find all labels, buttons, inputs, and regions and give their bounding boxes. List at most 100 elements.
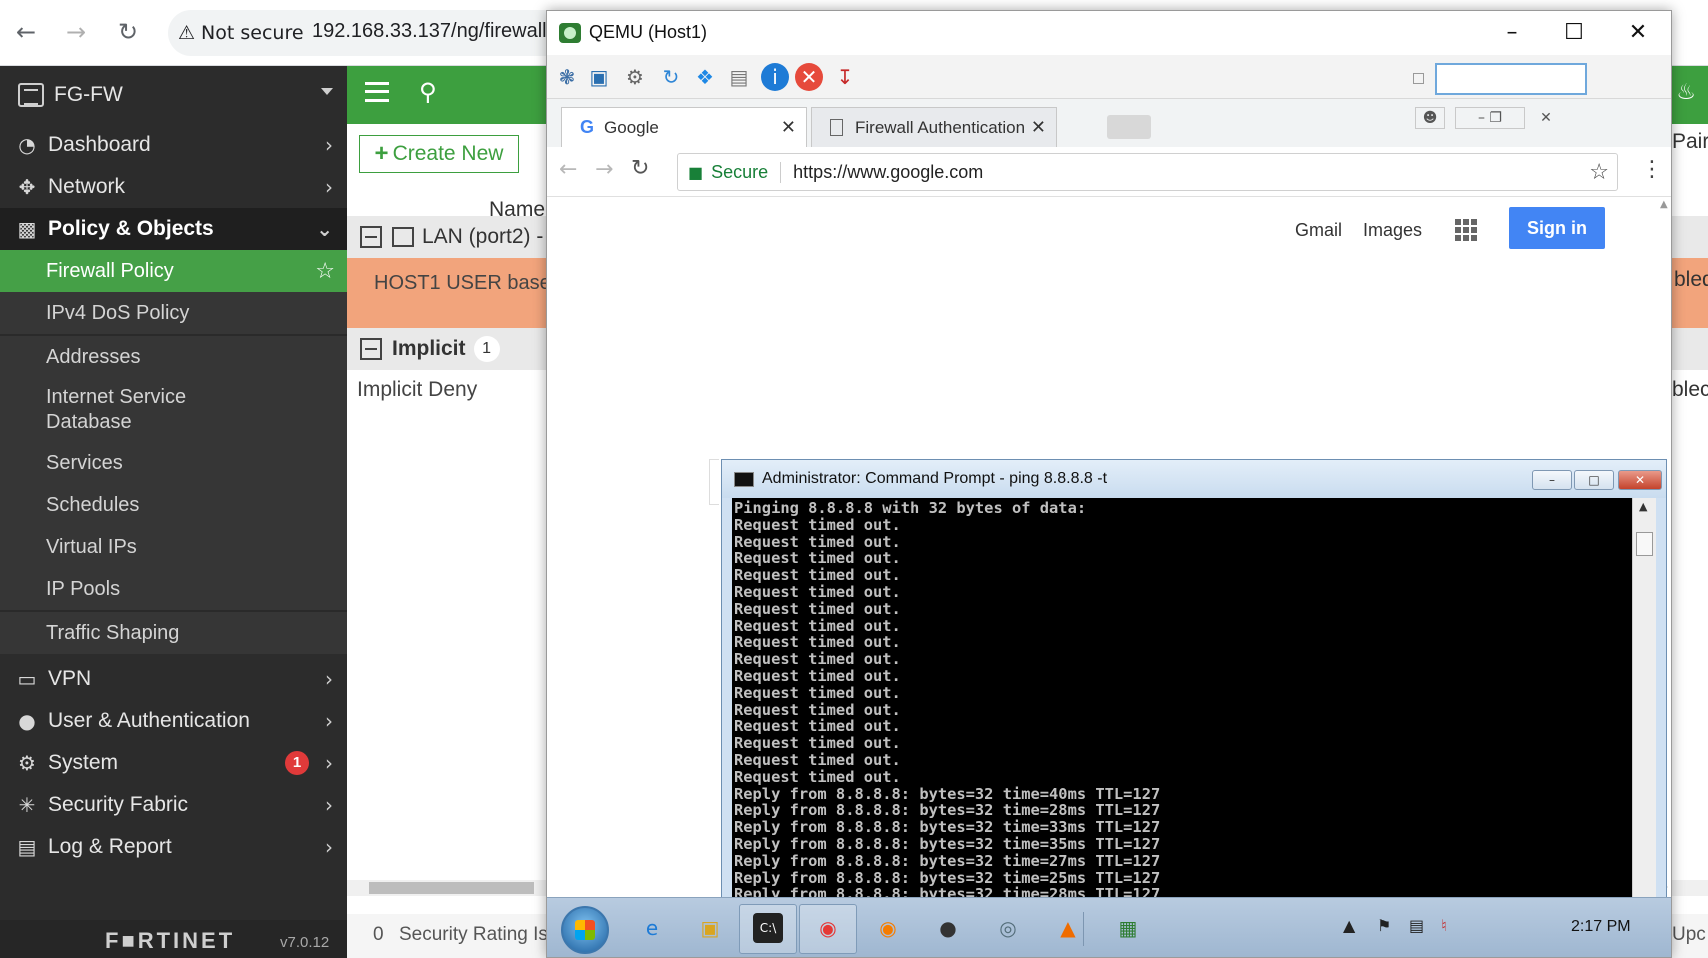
apps-grid-icon[interactable] [1455,219,1477,241]
refresh-icon[interactable]: ↻ [657,63,685,91]
nav-firewall-policy[interactable]: Firewall Policy ☆ [0,250,347,292]
reload-icon[interactable]: ↻ [112,16,144,48]
security-warning[interactable]: ⚠ Not secure [178,22,304,44]
forward-arrow-icon[interactable]: → [60,16,92,48]
nav-log-report[interactable]: ▤ Log & Report › [0,826,347,868]
nav-services[interactable]: Services [0,442,347,484]
menu-icon[interactable] [365,82,389,102]
network-tool-icon[interactable]: ▦ [1113,913,1143,943]
bell-icon[interactable]: ♨ [1676,80,1696,105]
collapse-icon[interactable] [360,338,382,360]
cmd-line: Request timed out. [734,599,901,618]
close-tab-icon[interactable]: ✕ [1031,117,1046,138]
chrome-window-controls[interactable]: – ❐ [1455,107,1525,129]
star-icon[interactable]: ☆ [315,259,335,284]
back-arrow-icon[interactable]: ← [559,157,577,182]
download-icon[interactable]: ↧ [831,63,859,91]
maximize-icon[interactable]: □ [1574,470,1614,490]
nav-security-fabric[interactable]: ✳ Security Fabric › [0,784,347,826]
scroll-thumb[interactable] [369,882,534,894]
forward-arrow-icon[interactable]: → [595,157,613,182]
nav-dashboard[interactable]: ◔ Dashboard › [0,124,347,166]
cmd-line: Request timed out. [734,549,901,568]
device-icon [18,83,44,107]
plugin-icon[interactable]: ❃ [553,63,581,91]
nav-ipv4-dos-policy[interactable]: IPv4 DoS Policy [0,292,347,334]
implicit-deny-row[interactable]: Implicit Deny [357,378,477,402]
tab-firewall-authentication[interactable]: Firewall Authentication ✕ [811,107,1057,147]
create-new-button[interactable]: + Create New [359,135,519,173]
chrome-url[interactable]: https://www.google.com [793,162,983,183]
internet-explorer-icon[interactable]: e [637,913,667,943]
nav-traffic-shaping[interactable]: Traffic Shaping [0,612,347,654]
chrome-address-bar[interactable]: ■ Secure https://www.google.com ☆ [677,153,1618,191]
more-options-icon[interactable]: ⋮ [1641,157,1663,182]
qemu-window: QEMU (Host1) – ☐ ✕ ❃ ▣ ⚙ ↻ ❖ ▤ i ✕ ↧ G G… [546,10,1672,958]
network-globe-icon[interactable]: ◎ [993,913,1023,943]
gmail-link[interactable]: Gmail [1295,220,1342,241]
qemu-search-input[interactable] [1435,63,1587,95]
nav-system[interactable]: ⚙ System 1 › [0,742,347,784]
info-icon[interactable]: i [761,63,789,91]
nav-user-authentication[interactable]: ● User & Authentication › [0,700,347,742]
close-tab-icon[interactable]: ✕ [781,117,796,138]
windows-icon[interactable]: ❖ [691,63,719,91]
vlc-icon[interactable]: ▲ [1053,913,1083,943]
status-peek: bled [1674,268,1708,291]
show-hidden-icons[interactable]: ▲ [1343,916,1355,935]
nav-network[interactable]: ✥ Network › [0,166,347,208]
back-arrow-icon[interactable]: ← [10,16,42,48]
cmd-scrollbar[interactable]: ▲ ▼ [1632,498,1656,922]
chrome-close-icon[interactable]: ✕ [1531,107,1561,129]
command-prompt-window: Administrator: Command Prompt - ping 8.8… [721,459,1667,935]
start-button[interactable] [561,906,609,954]
tab-google[interactable]: G Google ✕ [561,107,807,147]
policy-name: HOST1 USER base [374,272,551,294]
pair-label: Pair [1672,130,1708,153]
network-tray-icon[interactable]: ▤ [1409,916,1424,935]
firefox-icon[interactable]: ◉ [873,913,903,943]
search-icon[interactable]: ⚲ [419,78,437,106]
fullscreen-icon[interactable]: ▣ [585,63,613,91]
bookmark-star-icon[interactable]: ☆ [1589,160,1609,185]
minimize-icon[interactable]: – [1487,17,1537,49]
close-icon[interactable]: ✕ [1613,17,1663,49]
sign-in-button[interactable]: Sign in [1509,207,1605,249]
document-icon[interactable]: ▤ [725,63,753,91]
minimize-icon[interactable]: – [1532,470,1572,490]
cmd-output[interactable]: Pinging 8.8.8.8 with 32 bytes of data: Re… [732,498,1632,922]
nav-vpn[interactable]: ▭ VPN › [0,658,347,700]
host-url[interactable]: 192.168.33.137/ng/firewall/ [312,20,552,43]
cmd-line: Reply from 8.8.8.8: bytes=32 time=33ms T… [734,818,1161,837]
nav-virtual-ips[interactable]: Virtual IPs [0,526,347,568]
device-name: FG-FW [54,83,123,106]
taskbar-clock[interactable]: 2:17 PM [1571,918,1631,936]
version-label: v7.0.12 [280,934,330,951]
images-link[interactable]: Images [1363,220,1422,241]
collapse-icon[interactable] [360,226,382,248]
nav-schedules[interactable]: Schedules [0,484,347,526]
nav-internet-service-database[interactable]: Internet Service Database [0,378,347,442]
toolbar-checkbox[interactable] [1413,73,1424,84]
nav-addresses[interactable]: Addresses [0,336,347,378]
nav-ip-pools[interactable]: IP Pools [0,568,347,610]
nav-policy-objects[interactable]: ▩ Policy & Objects ⌄ [0,208,347,250]
volume-muted-icon[interactable]: ♮ [1441,916,1447,935]
reload-icon[interactable]: ↻ [631,156,649,181]
plus-icon: + [374,140,389,167]
tux-icon[interactable]: ● [933,913,963,943]
flag-icon[interactable]: ⚑ [1377,916,1391,935]
profile-icon[interactable]: ☻ [1415,107,1445,129]
folder-icon[interactable]: ▣ [695,913,725,943]
new-tab-button[interactable] [1107,115,1151,139]
cmd-line: Reply from 8.8.8.8: bytes=32 time=27ms T… [734,851,1161,870]
cmd-line: Reply from 8.8.8.8: bytes=32 time=40ms T… [734,784,1161,803]
maximize-icon[interactable]: ☐ [1549,17,1599,49]
stop-icon[interactable]: ✕ [795,63,823,91]
scroll-up-icon[interactable]: ▲ [1660,199,1668,210]
scroll-up-icon[interactable]: ▲ [1639,500,1647,513]
settings-gear-icon[interactable]: ⚙ [621,63,649,91]
close-icon[interactable]: ✕ [1618,470,1662,490]
scroll-thumb[interactable] [1636,532,1653,556]
device-selector[interactable]: FG-FW [0,66,347,124]
